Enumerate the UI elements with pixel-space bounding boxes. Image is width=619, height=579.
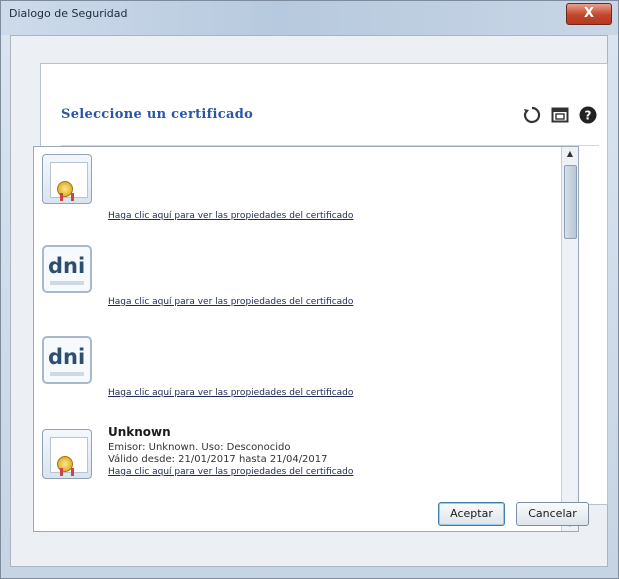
- certificate-properties-link[interactable]: Haga clic aquí para ver las propiedades …: [108, 297, 353, 307]
- certificate-icon: [42, 154, 92, 204]
- certificate-icon: [42, 429, 92, 479]
- list-scrollbar[interactable]: ▲ ▼: [561, 147, 578, 531]
- certificate-list[interactable]: Haga clic aquí para ver las propiedades …: [33, 146, 579, 532]
- certificate-properties-link[interactable]: Haga clic aquí para ver las propiedades …: [108, 467, 353, 477]
- certificate-details-hidden: [108, 150, 502, 202]
- certificate-details-hidden: [108, 241, 502, 293]
- panel-toolbar: ?: [523, 106, 597, 124]
- cancel-button[interactable]: Cancelar: [516, 502, 589, 526]
- title-bar: Dialogo de Seguridad X: [1, 1, 618, 35]
- svg-text:?: ?: [585, 109, 592, 123]
- refresh-icon[interactable]: [523, 106, 541, 124]
- certificate-item[interactable]: dni Haga clic aquí para ver las propieda…: [42, 332, 502, 412]
- dialog-client-area: Seleccione un certificado ? Haga clic aq…: [10, 35, 608, 567]
- window-icon[interactable]: [551, 106, 569, 124]
- dni-icon-label: dni: [48, 345, 86, 369]
- certificate-issuer: Emisor: Unknown. Uso: Desconocido: [108, 442, 291, 453]
- accept-button[interactable]: Aceptar: [438, 502, 505, 526]
- help-icon[interactable]: ?: [579, 106, 597, 124]
- certificate-properties-link[interactable]: Haga clic aquí para ver las propiedades …: [108, 388, 353, 398]
- window-title: Dialogo de Seguridad: [9, 7, 128, 20]
- panel-title: Seleccione un certificado: [61, 107, 254, 122]
- dni-icon: dni: [42, 336, 92, 384]
- certificate-item[interactable]: Haga clic aquí para ver las propiedades …: [42, 150, 502, 230]
- scrollbar-thumb[interactable]: [564, 165, 577, 239]
- certificate-item[interactable]: dni Haga clic aquí para ver las propieda…: [42, 241, 502, 321]
- scroll-up-icon[interactable]: ▲: [565, 149, 575, 159]
- certificate-item[interactable]: Unknown Emisor: Unknown. Uso: Desconocid…: [42, 425, 502, 505]
- dni-icon-label: dni: [48, 254, 86, 278]
- certificate-details-hidden: [108, 332, 502, 384]
- certificate-properties-link[interactable]: Haga clic aquí para ver las propiedades …: [108, 211, 353, 221]
- certificate-validity: Válido desde: 21/01/2017 hasta 21/04/201…: [108, 454, 328, 465]
- close-button[interactable]: X: [566, 3, 612, 25]
- dni-icon: dni: [42, 245, 92, 293]
- certificate-name: Unknown: [108, 425, 171, 439]
- security-dialog-window: Dialogo de Seguridad X Seleccione un cer…: [0, 0, 619, 579]
